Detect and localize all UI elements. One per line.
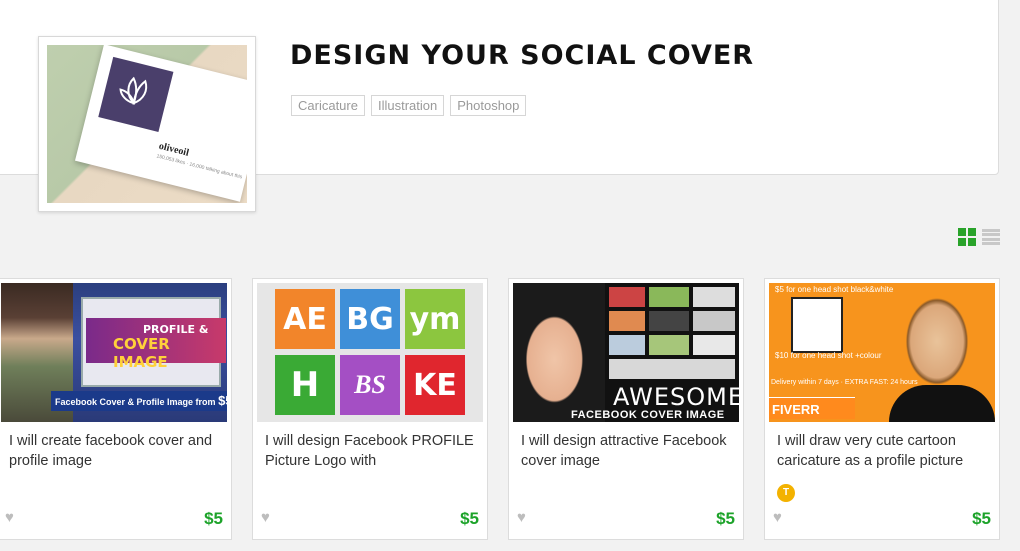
- image-cover-text: COVER IMAGE: [113, 335, 170, 371]
- image-offer-line-1: $5 for one head shot black&white: [775, 285, 894, 294]
- collage-tile: [609, 359, 735, 379]
- gig-image[interactable]: AWESOME FACEBOOK COVER IMAGE: [513, 283, 739, 422]
- image-footer-text: Facebook Cover & Profile Image from: [55, 397, 216, 407]
- image-offer-line-2: $10 for one head shot +colour: [775, 351, 882, 360]
- heart-icon[interactable]: ♥: [5, 510, 19, 525]
- grid-view-icon[interactable]: [958, 228, 976, 246]
- gig-image[interactable]: AE BG ym H BS KE: [257, 283, 483, 422]
- gig-title[interactable]: I will design attractive Facebook cover …: [521, 432, 733, 471]
- gig-title[interactable]: I will design Facebook PROFILE Picture L…: [265, 432, 477, 471]
- gig-price: $5: [460, 509, 479, 528]
- collage-tile: [649, 311, 689, 331]
- gig-title[interactable]: I will create facebook cover and profile…: [9, 432, 221, 471]
- gig-title[interactable]: I will draw very cute cartoon caricature…: [777, 432, 989, 471]
- heart-icon[interactable]: ♥: [773, 510, 787, 525]
- collage-tile: [693, 311, 735, 331]
- logo-tile: ym: [405, 289, 465, 349]
- gig-price: $5: [204, 509, 223, 528]
- tag-photoshop[interactable]: Photoshop: [450, 95, 527, 116]
- logo-tile: H: [275, 355, 335, 415]
- gig-image[interactable]: PROFILE & COVER IMAGE Facebook Cover & P…: [1, 283, 227, 422]
- collage-tile: [649, 287, 689, 307]
- seller-level-badge: T: [777, 484, 795, 502]
- image-fiverr-text: FIVERR: [769, 397, 855, 419]
- cartoon-face: [513, 283, 605, 422]
- image-footer: Facebook Cover & Profile Image from $5.0…: [51, 391, 227, 411]
- logo-tile: KE: [405, 355, 465, 415]
- collection-thumbnail[interactable]: oliveoil 150,053 likes · 16,000 talking …: [38, 36, 256, 212]
- thumbnail-card-subtitle: 150,053 likes · 16,000 talking about thi…: [155, 153, 243, 181]
- collage-tile: [649, 335, 689, 355]
- view-toggles: [958, 228, 1000, 246]
- tag-illustration[interactable]: Illustration: [370, 95, 445, 116]
- collage-tile: [609, 287, 645, 307]
- gig-price: $5: [972, 509, 991, 528]
- logo-tile: BG: [340, 289, 400, 349]
- gig-collection-page: oliveoil 150,053 likes · 16,000 talking …: [0, 0, 1020, 551]
- gig-card[interactable]: $5 for one head shot black&white $10 for…: [764, 278, 1000, 540]
- collection-header: oliveoil 150,053 likes · 16,000 talking …: [0, 0, 999, 212]
- leaf-logo-icon: [98, 56, 174, 132]
- collage-tile: [693, 287, 735, 307]
- logo-tile: AE: [275, 289, 335, 349]
- collage-tile: [609, 311, 645, 331]
- image-delivery-line: Delivery within 7 days · EXTRA FAST: 24 …: [771, 379, 918, 386]
- gig-card[interactable]: AE BG ym H BS KE I will design Facebook …: [252, 278, 488, 540]
- gig-price: $5: [716, 509, 735, 528]
- gig-card[interactable]: PROFILE & COVER IMAGE Facebook Cover & P…: [0, 278, 232, 540]
- list-view-icon[interactable]: [982, 228, 1000, 246]
- logo-tile: BS: [340, 355, 400, 415]
- heart-icon[interactable]: ♥: [261, 510, 275, 525]
- gig-card[interactable]: AWESOME FACEBOOK COVER IMAGE I will desi…: [508, 278, 744, 540]
- tag-list: Caricature Illustration Photoshop: [291, 95, 527, 116]
- image-footer-price: $5.00: [218, 393, 227, 408]
- collage-tile: [693, 335, 735, 355]
- thumbnail-image: oliveoil 150,053 likes · 16,000 talking …: [47, 45, 247, 203]
- image-subtitle-text: FACEBOOK COVER IMAGE: [571, 409, 725, 421]
- bw-sample: [791, 297, 843, 353]
- heart-icon[interactable]: ♥: [517, 510, 531, 525]
- thumbnail-card: oliveoil 150,053 likes · 16,000 talking …: [75, 45, 247, 202]
- image-awesome-text: AWESOME: [613, 383, 739, 411]
- collage-tile: [609, 335, 645, 355]
- tag-caricature[interactable]: Caricature: [291, 95, 365, 116]
- page-title: DESIGN YOUR SOCIAL COVER: [290, 40, 755, 71]
- gig-image[interactable]: $5 for one head shot black&white $10 for…: [769, 283, 995, 422]
